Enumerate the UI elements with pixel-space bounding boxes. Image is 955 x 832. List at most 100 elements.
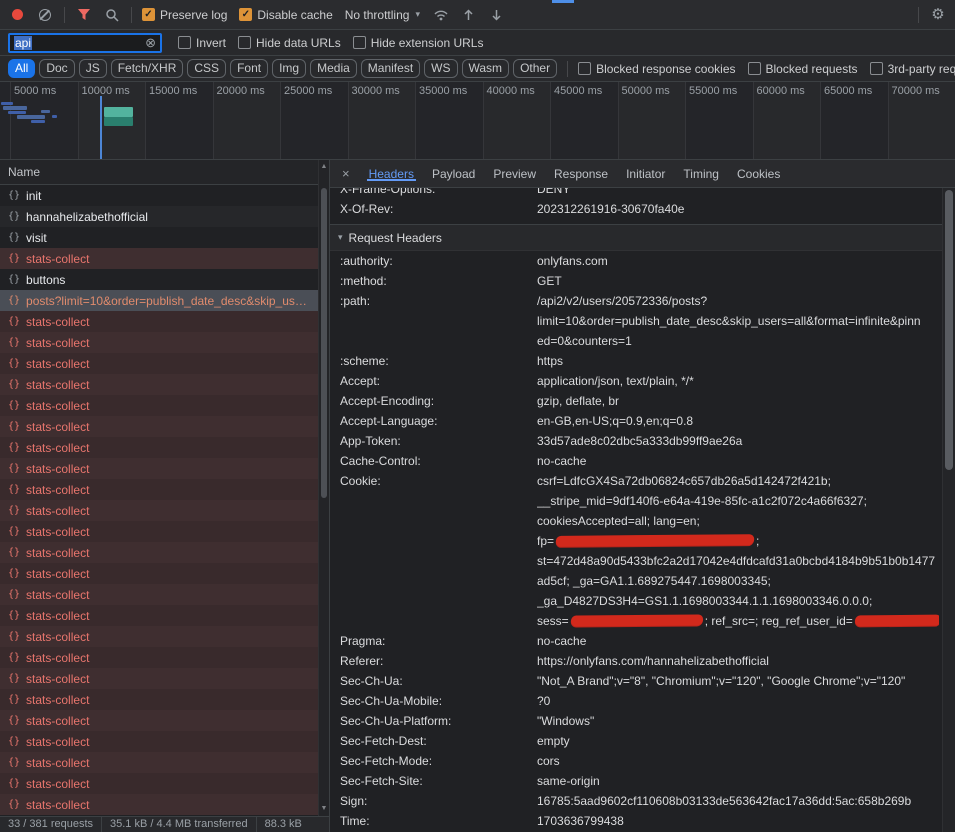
request-list-scrollbar[interactable]: ▲ ▼ (318, 160, 329, 816)
header-name: Sign: (340, 791, 537, 811)
type-filter-other[interactable]: Other (513, 59, 557, 78)
clear-filter-icon[interactable]: ⊗ (145, 36, 156, 49)
adv-filter-checkbox-blocked-response-cookies[interactable]: Blocked response cookies (578, 62, 735, 76)
request-row-stats-collect[interactable]: {}stats-collect (0, 710, 329, 731)
request-name: stats-collect (26, 630, 313, 644)
tab-initiator[interactable]: Initiator (617, 167, 674, 181)
filter-checkbox-hide-extension-urls[interactable]: Hide extension URLs (353, 36, 484, 50)
request-row-stats-collect[interactable]: {}stats-collect (0, 752, 329, 773)
request-row-stats-collect[interactable]: {}stats-collect (0, 479, 329, 500)
tab-response[interactable]: Response (545, 167, 617, 181)
type-filter-media[interactable]: Media (310, 59, 357, 78)
filter-checkbox-hide-data-urls[interactable]: Hide data URLs (238, 36, 341, 50)
type-filter-manifest[interactable]: Manifest (361, 59, 420, 78)
throttling-dropdown[interactable]: No throttling ▾ (343, 8, 422, 22)
tab-timing[interactable]: Timing (674, 167, 728, 181)
type-filter-js[interactable]: JS (79, 59, 107, 78)
adv-filter-checkbox-3rd-party-requests[interactable]: 3rd-party requests (870, 62, 955, 76)
tab-preview[interactable]: Preview (484, 167, 545, 181)
request-row-stats-collect[interactable]: {}stats-collect (0, 395, 329, 416)
script-icon: {} (8, 547, 20, 558)
request-row-hannahelizabethofficial[interactable]: {}hannahelizabethofficial (0, 206, 329, 227)
request-row-stats-collect[interactable]: {}stats-collect (0, 773, 329, 794)
type-filter-fetch-xhr[interactable]: Fetch/XHR (111, 59, 184, 78)
request-row-stats-collect[interactable]: {}stats-collect (0, 437, 329, 458)
scroll-up-icon[interactable]: ▲ (319, 162, 329, 172)
filter-input[interactable]: api ⊗ (8, 33, 162, 53)
script-icon: {} (8, 715, 20, 726)
request-row-stats-collect[interactable]: {}stats-collect (0, 626, 329, 647)
request-row-stats-collect[interactable]: {}stats-collect (0, 563, 329, 584)
request-row-posts-limit-10-order-publish-date-desc-s[interactable]: {}posts?limit=10&order=publish_date_desc… (0, 290, 329, 311)
request-row-stats-collect[interactable]: {}stats-collect (0, 521, 329, 542)
search-button[interactable] (103, 6, 121, 24)
script-icon: {} (8, 694, 20, 705)
adv-filter-checkbox-blocked-requests[interactable]: Blocked requests (748, 62, 858, 76)
request-row-stats-collect[interactable]: {}stats-collect (0, 542, 329, 563)
request-row-stats-collect[interactable]: {}stats-collect (0, 605, 329, 626)
headers-content: X-Frame-Options:DENYX-Of-Rev:20231226191… (330, 188, 955, 832)
filter-toggle-button[interactable] (75, 6, 93, 24)
checkbox-icon (578, 62, 591, 75)
script-icon: {} (8, 442, 20, 453)
import-har-button[interactable] (460, 6, 478, 24)
header-value-line: 202312261916-30670fa40e (537, 199, 939, 219)
toolbar-checkbox-preserve-log[interactable]: ✓Preserve log (142, 8, 227, 22)
request-name: init (26, 189, 313, 203)
request-row-stats-collect[interactable]: {}stats-collect (0, 311, 329, 332)
request-row-stats-collect[interactable]: {}stats-collect (0, 731, 329, 752)
request-row-init[interactable]: {} init (0, 185, 329, 206)
details-scrollbar[interactable] (942, 188, 955, 832)
script-icon: {} (8, 190, 20, 201)
type-filter-all[interactable]: All (8, 59, 35, 78)
scrollbar-thumb[interactable] (321, 188, 327, 498)
tab-payload[interactable]: Payload (423, 167, 484, 181)
export-har-button[interactable] (488, 6, 506, 24)
request-row-stats-collect[interactable]: {}stats-collect (0, 248, 329, 269)
filter-checkbox-invert[interactable]: Invert (178, 36, 226, 50)
record-button[interactable] (8, 6, 26, 24)
clear-button[interactable] (36, 6, 54, 24)
toolbar-divider (567, 61, 568, 77)
timeline-overview[interactable]: 5000 ms10000 ms15000 ms20000 ms25000 ms3… (0, 82, 955, 160)
close-details-button[interactable]: × (332, 160, 360, 187)
request-row-stats-collect[interactable]: {}stats-collect (0, 458, 329, 479)
header-value-line: ed=0&counters=1 (537, 331, 939, 351)
scroll-down-icon[interactable]: ▼ (319, 804, 329, 814)
scrollbar-thumb[interactable] (945, 190, 953, 470)
toolbar-checkbox-disable-cache[interactable]: ✓Disable cache (239, 8, 332, 22)
header-row: Cookie:csrf=LdfcGX4Sa72db06824c657db26a5… (340, 471, 939, 631)
request-headers-section-header[interactable]: ▾ Request Headers (330, 225, 955, 251)
request-row-stats-collect[interactable]: {}stats-collect (0, 500, 329, 521)
type-filter-img[interactable]: Img (272, 59, 306, 78)
type-filter-css[interactable]: CSS (187, 59, 226, 78)
request-row-stats-collect[interactable]: {}stats-collect (0, 794, 329, 815)
script-icon: {} (8, 337, 20, 348)
status-item: 33 / 381 requests (0, 817, 102, 832)
header-row: X-Of-Rev:202312261916-30670fa40e (340, 199, 939, 219)
type-filter-doc[interactable]: Doc (39, 59, 74, 78)
request-row-visit[interactable]: {}visit (0, 227, 329, 248)
request-row-stats-collect[interactable]: {}stats-collect (0, 668, 329, 689)
type-filter-ws[interactable]: WS (424, 59, 457, 78)
header-value-line: cors (537, 751, 939, 771)
waterfall-bar (1, 102, 13, 105)
name-column-header[interactable]: Name (0, 160, 329, 185)
tab-headers[interactable]: Headers (360, 167, 423, 181)
request-name: stats-collect (26, 420, 313, 434)
header-name: Time: (340, 811, 537, 831)
request-row-stats-collect[interactable]: {}stats-collect (0, 374, 329, 395)
request-row-buttons[interactable]: {}buttons (0, 269, 329, 290)
tab-cookies[interactable]: Cookies (728, 167, 789, 181)
request-row-stats-collect[interactable]: {}stats-collect (0, 689, 329, 710)
request-row-stats-collect[interactable]: {}stats-collect (0, 647, 329, 668)
request-row-stats-collect[interactable]: {}stats-collect (0, 416, 329, 437)
toolbar-checkbox-label: Disable cache (257, 8, 332, 22)
type-filter-font[interactable]: Font (230, 59, 268, 78)
request-row-stats-collect[interactable]: {}stats-collect (0, 584, 329, 605)
type-filter-wasm[interactable]: Wasm (462, 59, 510, 78)
request-row-stats-collect[interactable]: {}stats-collect (0, 332, 329, 353)
network-conditions-button[interactable] (432, 6, 450, 24)
request-row-stats-collect[interactable]: {}stats-collect (0, 353, 329, 374)
settings-button[interactable]: ⚙ (929, 6, 947, 24)
